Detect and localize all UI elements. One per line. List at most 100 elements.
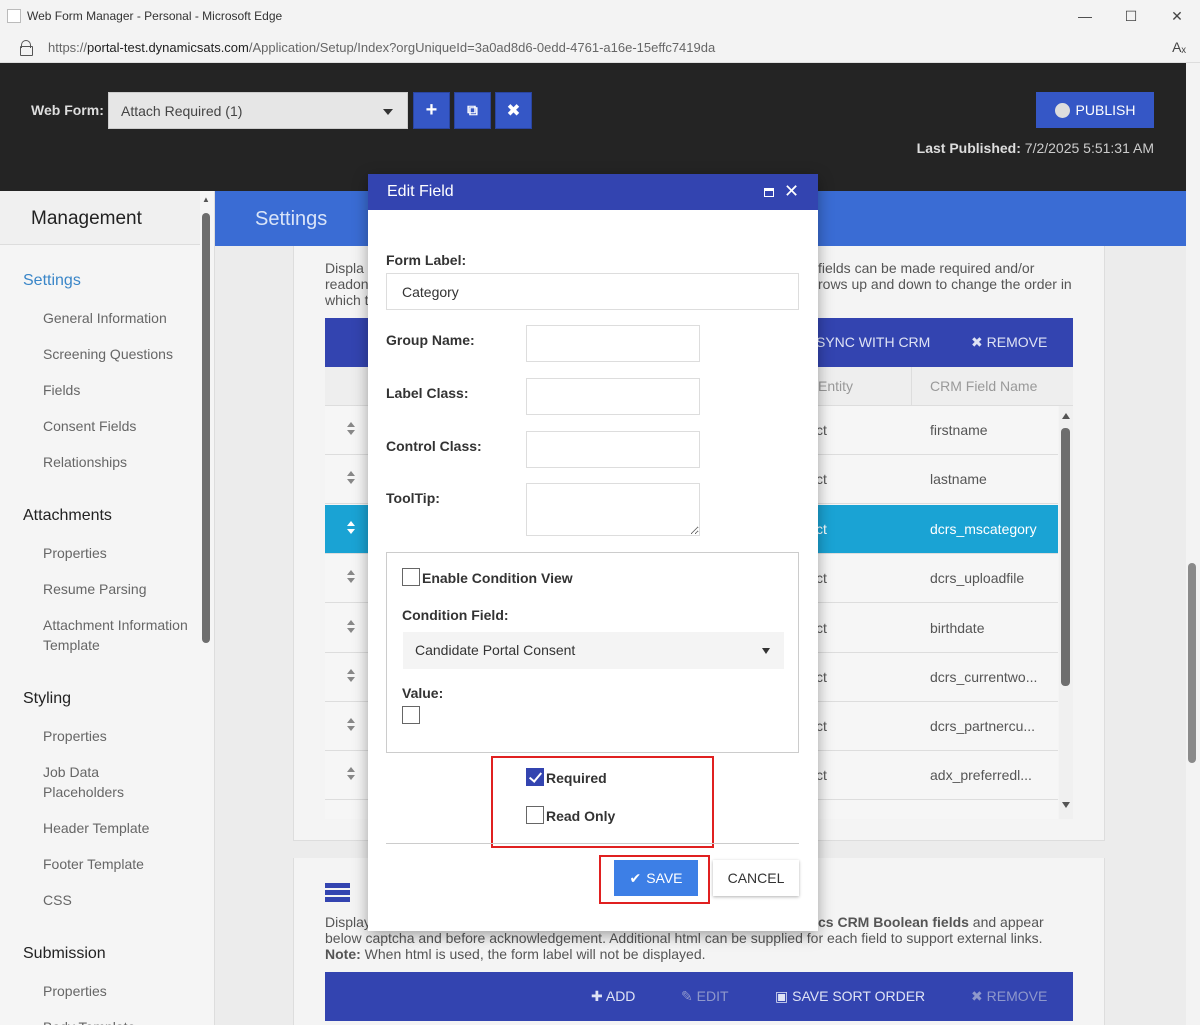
sidebar-item-body-template[interactable]: Body Template [43,1017,203,1025]
sort-icon[interactable] [347,620,357,636]
web-form-value: Attach Required (1) [121,103,243,119]
web-form-select[interactable]: Attach Required (1) [108,92,408,129]
sidebar-item-styling-properties[interactable]: Properties [43,726,203,746]
copy-form-button[interactable]: ⧉ [454,92,491,129]
control-class-input[interactable] [526,431,700,468]
sidebar-scrollbar[interactable] [202,213,210,643]
column-divider [911,367,912,406]
close-window-icon[interactable]: ✕ [1154,0,1200,32]
sort-icon[interactable] [347,669,357,685]
table-scrollbar[interactable] [1059,406,1073,819]
sidebar-item-resume-parsing[interactable]: Resume Parsing [43,579,203,599]
publish-button[interactable]: PUBLISH [1036,92,1154,128]
remove-consent-button[interactable]: ✖ REMOVE [971,988,1047,1005]
table-scroll-thumb[interactable] [1061,428,1070,686]
globe-icon [1054,102,1070,118]
save-sort-order-button[interactable]: ▣ SAVE SORT ORDER [775,988,925,1005]
edit-consent-button[interactable]: ✎ EDIT [681,988,729,1005]
sidebar-item-fields[interactable]: Fields [43,380,203,400]
form-label-input[interactable] [386,273,799,310]
sort-icon[interactable] [347,422,357,438]
minimize-icon[interactable]: — [1062,0,1108,32]
sort-icon[interactable] [347,570,357,586]
sidebar-item-screening-questions[interactable]: Screening Questions [43,344,203,364]
publish-label: PUBLISH [1075,102,1136,118]
page-scroll-thumb[interactable] [1188,563,1196,763]
consent-note: Note: When html is used, the form label … [325,946,706,962]
column-crm-field-name[interactable]: CRM Field Name [930,378,1037,394]
last-published: Last Published: 7/2/2025 5:51:31 AM [916,140,1154,156]
sidebar-section-settings[interactable]: Settings [23,272,81,290]
sidebar-item-relationships[interactable]: Relationships [43,452,203,472]
browser-titlebar: Web Form Manager - Personal - Microsoft … [0,0,1200,32]
consent-desc-line-1: cs CRM Boolean fields and appear [818,914,1044,930]
remove-field-button[interactable]: ✖ REMOVE [971,334,1047,351]
fields-desc-line-1: Displa [325,260,364,276]
sidebar-section-submission[interactable]: Submission [23,945,106,963]
consent-desc-line-2: below captcha and before acknowledgement… [325,930,1043,946]
enable-condition-checkbox[interactable] [402,568,420,586]
sidebar-item-attachment-information-template[interactable]: Attachment Information Template [43,615,193,655]
condition-field-select[interactable]: Candidate Portal Consent [403,632,784,669]
scroll-down-icon[interactable] [1062,802,1070,808]
lock-icon[interactable] [20,40,33,56]
sort-icon[interactable] [347,718,357,734]
sidebar-item-job-data-placeholders[interactable]: Job Data Placeholders [43,762,153,802]
add-consent-button[interactable]: ✚ ADD [591,988,635,1005]
app-header: Web Form: Attach Required (1) + ⧉ ✖ PUBL… [0,63,1186,191]
sidebar-section-styling[interactable]: Styling [23,690,71,708]
sidebar-item-css[interactable]: CSS [43,890,203,910]
consent-desc-line-1a: Display [325,914,371,930]
dialog-header: Edit Field ✕ [368,174,818,210]
add-form-button[interactable]: + [413,92,450,129]
column-entity[interactable]: Entity [818,378,853,394]
url-text[interactable]: https://portal-test.dynamicsats.com/Appl… [48,40,715,55]
group-name-input[interactable] [526,325,700,362]
fields-desc-line-3: which t [325,292,369,308]
chevron-down-icon [383,109,393,115]
delete-form-button[interactable]: ✖ [495,92,532,129]
floppy-icon: ▣ [775,988,789,1004]
page-scrollbar[interactable] [1186,63,1200,1025]
fields-desc-line-2b: rows up and down to change the order in [818,276,1072,292]
fields-desc-line-2: readon [325,276,369,292]
copy-icon: ⧉ [467,102,478,119]
sort-icon[interactable] [347,767,357,783]
highlight-box-save [599,855,710,904]
sidebar-item-consent-fields[interactable]: Consent Fields [43,416,203,436]
dialog-title: Edit Field [387,183,454,200]
group-name-label: Group Name: [386,332,475,348]
read-aloud-icon[interactable]: Aₓ [1172,39,1186,55]
sort-icon[interactable] [347,521,357,537]
window-title: Web Form Manager - Personal - Microsoft … [27,9,283,23]
tooltip-textarea[interactable] [526,483,700,536]
sort-icon[interactable] [347,471,357,487]
close-icon[interactable]: ✕ [784,181,799,202]
sidebar-item-header-template[interactable]: Header Template [43,818,203,838]
value-checkbox[interactable] [402,706,420,724]
tooltip-label: ToolTip: [386,490,440,506]
web-form-label: Web Form: [31,102,104,118]
sidebar-item-attachment-properties[interactable]: Properties [43,543,203,563]
scroll-up-icon[interactable] [1062,413,1070,419]
sidebar-section-attachments[interactable]: Attachments [23,507,112,525]
scroll-up-icon[interactable]: ▲ [202,195,210,204]
sidebar-item-submission-properties[interactable]: Properties [43,981,203,1001]
cancel-button[interactable]: CANCEL [713,860,799,896]
sidebar-item-general-information[interactable]: General Information [43,308,203,328]
sidebar-item-footer-template[interactable]: Footer Template [43,854,203,874]
label-class-input[interactable] [526,378,700,415]
sidebar-title: Management [0,191,200,245]
maximize-icon[interactable] [764,188,774,197]
page-title: Settings [255,208,328,230]
condition-field-label: Condition Field: [402,607,509,623]
sync-crm-button[interactable]: SYNC WITH CRM [816,334,930,350]
dialog-divider [386,843,799,844]
page-icon [7,9,21,23]
address-bar[interactable]: https://portal-test.dynamicsats.com/Appl… [0,32,1200,63]
plus-icon: + [425,99,438,121]
maximize-icon[interactable]: ☐ [1108,0,1154,32]
x-icon: ✖ [971,334,983,350]
label-class-label: Label Class: [386,385,469,401]
pencil-icon: ✎ [681,988,693,1004]
